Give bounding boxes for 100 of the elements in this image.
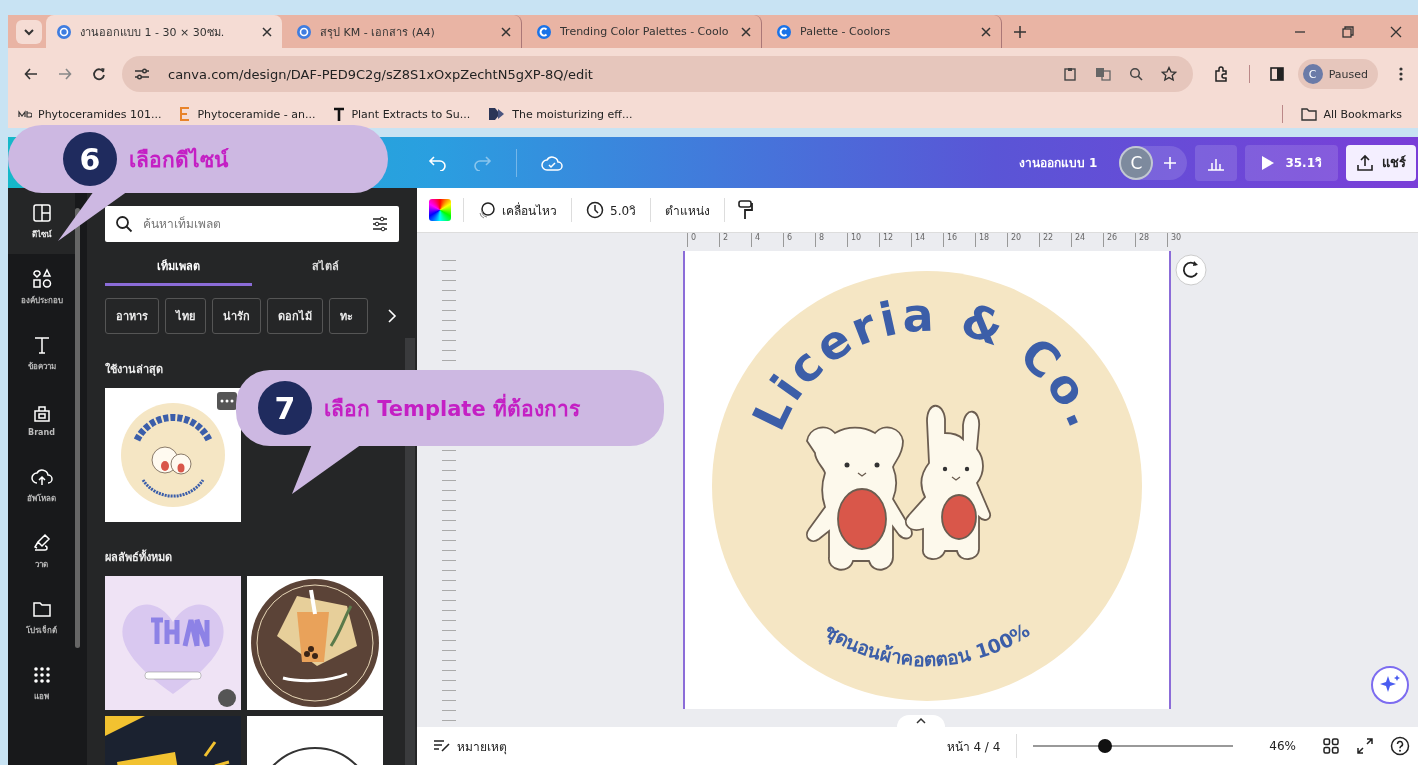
- ruler-number: 24: [1071, 233, 1103, 247]
- bookmark[interactable]: The moisturizing eff...: [488, 107, 633, 121]
- folder-icon: [1301, 107, 1318, 121]
- canva-favicon-icon: [56, 23, 72, 40]
- tab-search-button[interactable]: [16, 19, 42, 44]
- close-icon[interactable]: [262, 26, 272, 37]
- close-icon[interactable]: [501, 26, 511, 37]
- clipboard-icon[interactable]: [1062, 67, 1077, 81]
- bookmark-label: The moisturizing eff...: [512, 107, 633, 121]
- bookmark-label: Phytoceramide - an...: [197, 107, 316, 121]
- avatar[interactable]: C: [1119, 145, 1154, 180]
- extensions-icon[interactable]: [1212, 66, 1229, 82]
- design-thumbnail[interactable]: [105, 388, 241, 522]
- grid-view-icon[interactable]: [1322, 737, 1340, 755]
- share-button[interactable]: แชร์: [1346, 144, 1416, 181]
- bubble-tea-template-drawing[interactable]: [247, 576, 383, 710]
- page-counter[interactable]: หน้า 4 / 4: [946, 736, 1001, 756]
- undo-icon[interactable]: [428, 154, 448, 171]
- sidebar-item[interactable]: แอพ: [8, 650, 75, 716]
- close-icon[interactable]: [741, 26, 751, 37]
- notes-button[interactable]: หมายเหตุ: [431, 731, 509, 761]
- cloud-check-icon[interactable]: [541, 153, 563, 172]
- all-bookmarks-button[interactable]: All Bookmarks: [1301, 107, 1402, 121]
- close-icon[interactable]: [1390, 25, 1402, 38]
- sidebar-label: ข้อความ: [27, 360, 56, 373]
- ruler-number: 6: [783, 233, 815, 247]
- filter-chip[interactable]: ไทย: [165, 298, 206, 334]
- zoom-slider[interactable]: [1033, 738, 1234, 754]
- sidebar-item[interactable]: ดีไซน์: [8, 188, 75, 254]
- thank-you-template-drawing[interactable]: [105, 576, 241, 710]
- reload-icon[interactable]: [92, 67, 106, 81]
- fullscreen-icon[interactable]: [1356, 737, 1374, 755]
- paint-roller-icon[interactable]: [737, 199, 754, 221]
- color-picker-icon[interactable]: [429, 199, 451, 221]
- back-arrow-icon[interactable]: [24, 67, 38, 81]
- ruler-number: 18: [975, 233, 1007, 247]
- layout-icon: [30, 201, 53, 224]
- section-heading: ผลลัพธ์ทั้งหมด: [105, 548, 173, 566]
- forward-arrow-icon[interactable]: [58, 67, 72, 81]
- star-icon[interactable]: [1160, 66, 1177, 82]
- upload-icon: [1356, 153, 1374, 172]
- panel-tab[interactable]: เท็มเพลต: [105, 248, 252, 286]
- sidebar-item[interactable]: ข้อความ: [8, 320, 75, 386]
- caret-up-icon[interactable]: [897, 715, 945, 727]
- design-title[interactable]: งานออกแบบ 1: [1018, 153, 1098, 172]
- help-icon[interactable]: [1390, 736, 1410, 756]
- insights-button[interactable]: [1195, 144, 1238, 181]
- position-button[interactable]: ตำแหน่ง: [663, 195, 713, 225]
- search-bar[interactable]: ค้นหาเท็มเพลต: [105, 206, 399, 242]
- sidebar-item[interactable]: องค์ประกอบ: [8, 254, 75, 320]
- ruler-number: 10: [847, 233, 879, 247]
- sidebar-item[interactable]: วาด: [8, 518, 75, 584]
- filter-chip[interactable]: อาหาร: [105, 298, 159, 334]
- more-icon[interactable]: [1398, 66, 1404, 82]
- zoom-icon[interactable]: [1128, 67, 1143, 81]
- ruler-number: 26: [1103, 233, 1135, 247]
- more-icon[interactable]: [217, 392, 237, 410]
- restore-icon[interactable]: [1342, 25, 1354, 38]
- close-icon[interactable]: [981, 26, 991, 37]
- browser-tab[interactable]: งานออกแบบ 1 - 30 × 30ซม.: [46, 15, 282, 48]
- filter-chip[interactable]: ทะ: [329, 298, 368, 334]
- c-favicon-icon: [776, 23, 792, 40]
- address-bar[interactable]: canva.com/design/DAF-PED9C2g/sZ8S1xOxpZechtN5gXP-8Q/edit: [122, 56, 1193, 92]
- panel-tab[interactable]: สไตล์: [252, 248, 399, 286]
- side-panel-icon[interactable]: [1269, 67, 1284, 81]
- site-settings-icon[interactable]: [134, 67, 150, 81]
- scrollbar-thumb[interactable]: [75, 208, 80, 648]
- filter-icon[interactable]: [371, 215, 389, 233]
- play-icon: [1261, 154, 1276, 171]
- ruler-number: 4: [751, 233, 783, 247]
- animate-button[interactable]: เคลื่อนไหว: [476, 195, 559, 225]
- bookmark[interactable]: Phytoceramide - an...: [179, 106, 316, 122]
- sidebar-label: แอพ: [34, 690, 49, 703]
- callout-text: เลือกดีไซน์: [129, 146, 228, 174]
- plus-icon[interactable]: [1163, 155, 1178, 170]
- translate-icon[interactable]: [1094, 67, 1111, 81]
- step-number: 7: [258, 381, 312, 435]
- filter-chip[interactable]: น่ารัก: [212, 298, 261, 334]
- new-tab-icon[interactable]: [1014, 25, 1026, 38]
- e-favicon-icon: [179, 106, 192, 122]
- ruler-number: 28: [1135, 233, 1167, 247]
- play-button[interactable]: 35.1วิ: [1245, 144, 1338, 181]
- sidebar-label: โปรเจ็กต์: [26, 624, 57, 637]
- sidebar-label: องค์ประกอบ: [20, 294, 63, 307]
- filter-chip[interactable]: ดอกไม้: [267, 298, 323, 334]
- ruler-number: 8: [815, 233, 847, 247]
- sparkle-icon[interactable]: [1370, 665, 1410, 705]
- tab-title: สรุป KM - เอกสาร (A4): [320, 24, 436, 41]
- duration-button[interactable]: 5.0วิ: [584, 195, 639, 225]
- avatar: C: [1302, 64, 1323, 84]
- rotate-handle-icon[interactable]: [1174, 253, 1208, 287]
- sidebar-label: Brand: [28, 427, 55, 437]
- section-heading: ใช้งานล่าสุด: [105, 361, 164, 378]
- sidebar-item[interactable]: โปรเจ็กต์: [8, 584, 75, 650]
- step-number: 6: [63, 132, 117, 186]
- sidebar-item[interactable]: Brand: [8, 386, 75, 452]
- sidebar-item[interactable]: อัพโหลด: [8, 452, 75, 518]
- profile-button[interactable]: C Paused: [1297, 59, 1378, 89]
- chevron-right-icon[interactable]: [387, 308, 397, 324]
- animate-icon: [478, 201, 496, 219]
